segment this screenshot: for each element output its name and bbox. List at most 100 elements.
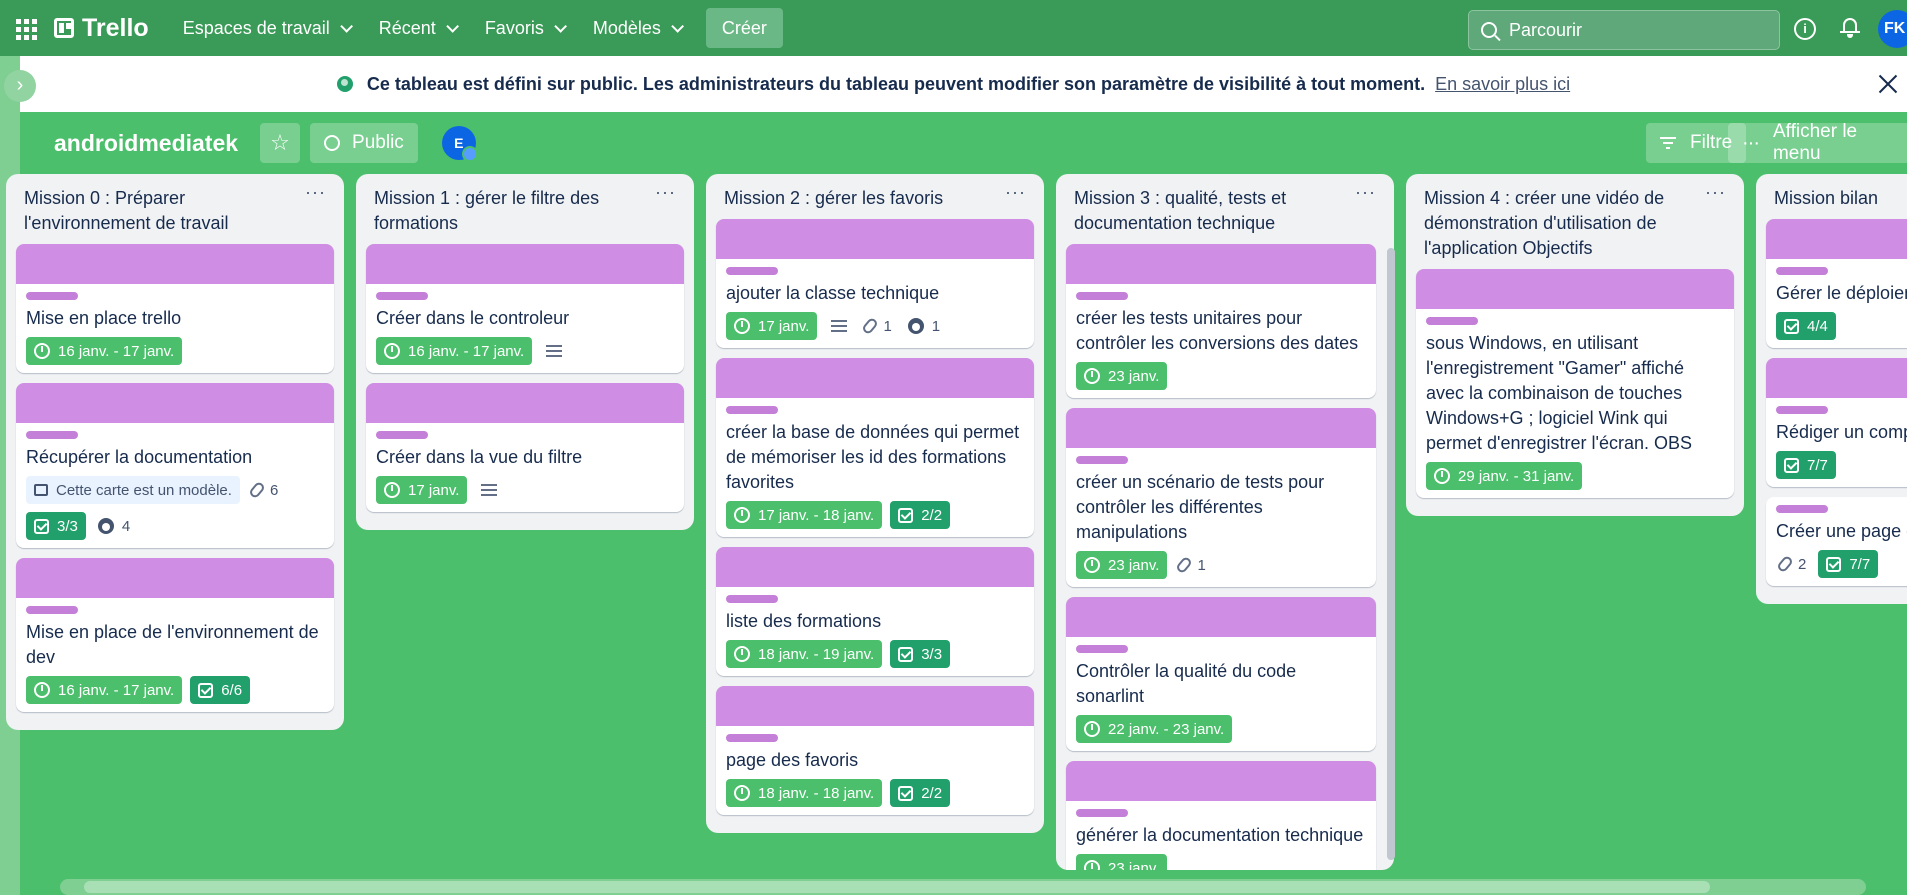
- card[interactable]: Créer une page d 2 7/7: [1766, 497, 1907, 586]
- due-date-badge[interactable]: 23 janv.: [1076, 362, 1168, 390]
- list-title[interactable]: Mission 4 : créer une vidéo de démonstra…: [1424, 186, 1705, 261]
- list-menu-icon[interactable]: ···: [305, 182, 326, 236]
- due-date-badge[interactable]: 16 janv. - 17 janv.: [376, 337, 533, 365]
- github-icon: [97, 518, 114, 534]
- notification-bell-icon[interactable]: [1840, 16, 1860, 38]
- visibility-button[interactable]: Public: [310, 123, 418, 163]
- card-cover: [1066, 761, 1376, 801]
- list-title[interactable]: Mission 0 : Préparer l'environnement de …: [24, 186, 305, 236]
- card-cover: [16, 558, 334, 598]
- due-date-badge[interactable]: 18 janv. - 19 janv.: [726, 640, 883, 668]
- banner-message: Ce tableau est défini sur public. Les ad…: [366, 73, 1426, 94]
- card[interactable]: générer la documentation technique 23 ja…: [1066, 761, 1376, 870]
- checkbox-icon: [1784, 457, 1799, 473]
- card[interactable]: Créer dans le controleur 16 janv. - 17 j…: [366, 244, 684, 373]
- nav-workspaces[interactable]: Espaces de travail: [171, 8, 361, 48]
- board-title[interactable]: androidmediatek: [54, 130, 238, 157]
- list-menu-icon[interactable]: ···: [1705, 182, 1726, 261]
- clock-icon: [1084, 860, 1100, 870]
- due-date-badge[interactable]: 18 janv. - 18 janv.: [726, 779, 883, 807]
- card[interactable]: Contrôler la qualité du code sonarlint 2…: [1066, 597, 1376, 751]
- card[interactable]: créer la base de données qui permet de m…: [716, 358, 1034, 537]
- due-date-badge[interactable]: 16 janv. - 17 janv.: [26, 337, 183, 365]
- card-title: Rédiger un comp: [1776, 422, 1907, 442]
- card[interactable]: Mise en place de l'environnement de dev …: [16, 558, 334, 712]
- card-cover: [1066, 597, 1376, 637]
- search-input[interactable]: Parcourir: [1468, 10, 1780, 50]
- card-title: Mise en place trello: [26, 308, 182, 328]
- public-visibility-banner: Ce tableau est défini sur public. Les ad…: [0, 56, 1907, 112]
- card[interactable]: ajouter la classe technique 17 janv. 1 1: [716, 219, 1034, 348]
- list-menu-icon[interactable]: ···: [1355, 182, 1376, 236]
- list-menu-icon[interactable]: ···: [655, 182, 676, 236]
- info-icon[interactable]: i: [1794, 18, 1816, 40]
- due-date-badge[interactable]: 23 janv.: [1076, 854, 1168, 870]
- card[interactable]: Gérer le déploiem 4/4: [1766, 219, 1907, 348]
- banner-close-button[interactable]: [1876, 72, 1900, 96]
- card[interactable]: Créer dans la vue du filtre 17 janv.: [366, 383, 684, 512]
- clock-icon: [734, 785, 750, 801]
- learn-more-link[interactable]: En savoir plus ici: [1435, 74, 1570, 95]
- nav-templates[interactable]: Modèles: [581, 8, 692, 48]
- filter-icon: [1660, 137, 1676, 149]
- list-mission-2: Mission 2 : gérer les favoris ··· ajouter…: [706, 174, 1044, 833]
- due-date-badge[interactable]: 22 janv. - 23 janv.: [1076, 715, 1233, 743]
- attachments-badge: 1: [861, 316, 895, 336]
- card-label: [376, 292, 428, 300]
- due-date-badge[interactable]: 16 janv. - 17 janv.: [26, 676, 183, 704]
- card-cover: [1066, 408, 1376, 448]
- create-button[interactable]: Créer: [705, 8, 783, 48]
- card[interactable]: Mise en place trello 16 janv. - 17 janv.: [16, 244, 334, 373]
- checkbox-icon: [1784, 318, 1799, 334]
- card[interactable]: créer un scénario de tests pour contrôle…: [1066, 408, 1376, 587]
- list-title[interactable]: Mission 1 : gérer le filtre des formatio…: [374, 186, 655, 236]
- scrollbar-thumb[interactable]: [84, 881, 1710, 893]
- paperclip-icon: [1175, 555, 1194, 575]
- list-mission-bilan: Mission bilan Gérer le déploiem 4/4 Rédi…: [1756, 174, 1907, 604]
- list-scrollbar[interactable]: [1387, 248, 1395, 860]
- expand-sidebar-button[interactable]: ›: [4, 70, 36, 102]
- nav-starred[interactable]: Favoris: [473, 8, 575, 48]
- card-cover: [716, 547, 1034, 587]
- card[interactable]: Rédiger un comp 7/7: [1766, 358, 1907, 487]
- nav-recent[interactable]: Récent: [367, 8, 467, 48]
- list-title[interactable]: Mission bilan: [1774, 186, 1878, 211]
- search-placeholder: Parcourir: [1509, 19, 1583, 40]
- trello-logo[interactable]: Trello: [54, 14, 149, 43]
- card-label: [1076, 809, 1128, 817]
- attachments-badge: 1: [1175, 555, 1209, 575]
- due-date-badge[interactable]: 23 janv.: [1076, 551, 1168, 579]
- star-board-button[interactable]: [260, 123, 301, 163]
- card[interactable]: sous Windows, en utilisant l'enregistrem…: [1416, 269, 1734, 498]
- card-cover: [716, 686, 1034, 726]
- card[interactable]: créer les tests unitaires pour contrôler…: [1066, 244, 1376, 398]
- card-cover: [1066, 244, 1376, 284]
- card-title: Gérer le déploiem: [1776, 283, 1907, 303]
- checklist-badge: 3/3: [26, 512, 86, 540]
- checkbox-icon: [898, 646, 914, 662]
- description-icon: [831, 320, 848, 332]
- due-date-badge[interactable]: 17 janv. - 18 janv.: [726, 501, 883, 529]
- attachments-badge: 6: [247, 480, 282, 500]
- search-icon: [1481, 22, 1497, 38]
- card-cover: [16, 244, 334, 284]
- list-title[interactable]: Mission 3 : qualité, tests et documentat…: [1074, 186, 1355, 236]
- card[interactable]: page des favoris 18 janv. - 18 janv. 2/2: [716, 686, 1034, 815]
- show-menu-button[interactable]: ··· Afficher le menu: [1728, 121, 1907, 164]
- card-title: Créer dans le controleur: [376, 308, 570, 328]
- card[interactable]: Récupérer la documentation Cette carte e…: [16, 383, 334, 548]
- card[interactable]: liste des formations 18 janv. - 19 janv.…: [716, 547, 1034, 676]
- checkbox-icon: [198, 682, 214, 698]
- card-title: créer un scénario de tests pour contrôle…: [1076, 472, 1325, 542]
- clock-icon: [384, 343, 400, 359]
- due-date-badge[interactable]: 29 janv. - 31 janv.: [1426, 462, 1583, 490]
- due-date-badge[interactable]: 17 janv.: [726, 312, 818, 340]
- due-date-badge[interactable]: 17 janv.: [376, 476, 468, 504]
- list-menu-icon[interactable]: ···: [1005, 182, 1026, 211]
- app-switcher-icon[interactable]: [12, 15, 38, 41]
- clock-icon: [1084, 721, 1100, 737]
- card-label: [1776, 505, 1828, 513]
- board-member-avatar[interactable]: E: [441, 126, 478, 162]
- github-badge: 4: [94, 518, 134, 535]
- list-title[interactable]: Mission 2 : gérer les favoris: [724, 186, 943, 211]
